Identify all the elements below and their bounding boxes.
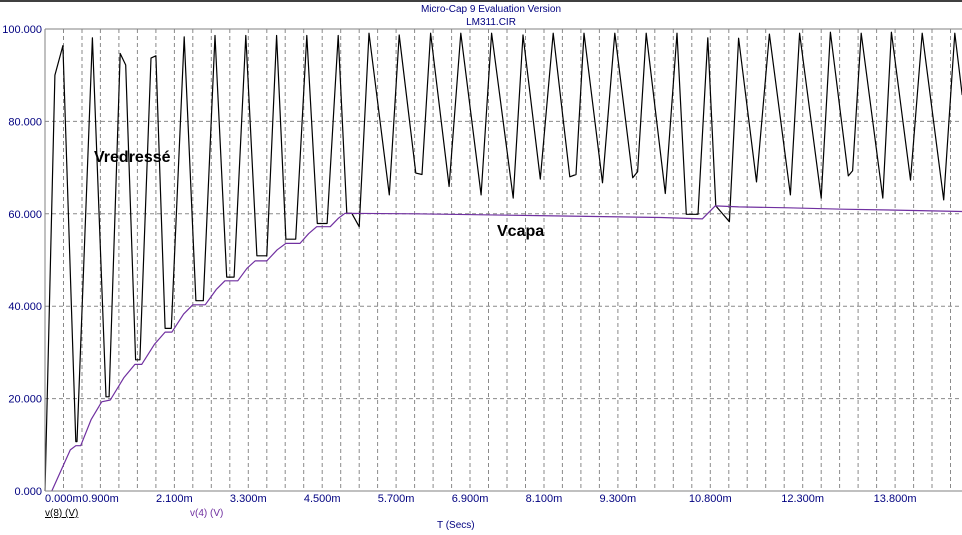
annotation-vredresse: Vredressé [94, 149, 171, 166]
y-axis-labels: 0.000 20.000 40.000 60.000 80.000 100.000 [2, 24, 42, 498]
x-tick-label: 4.500m [304, 493, 341, 505]
y-tick-label: 40.000 [8, 301, 42, 313]
x-tick-label: 6.900m [452, 493, 489, 505]
window-top-border [0, 0, 962, 2]
x-tick-label: 3.300m [230, 493, 267, 505]
y-tick-label: 60.000 [8, 209, 42, 221]
y-tick-label: 100.000 [2, 24, 42, 36]
x-tick-label: 2.100m [156, 493, 193, 505]
x-tick-label: 0.900m [82, 493, 119, 505]
waveform-chart: Micro-Cap 9 Evaluation Version LM311.CIR… [0, 0, 962, 531]
y-tick-label: 80.000 [8, 116, 42, 128]
file-name: LM311.CIR [466, 17, 516, 28]
x-tick-label: 9.300m [600, 493, 637, 505]
x-tick-label: 5.700m [378, 493, 415, 505]
x-axis-labels: 0.000m 0.900m 2.100m 3.300m 4.500m 5.700m 6.90… [45, 493, 962, 505]
x-tick-label: 0.000m [45, 493, 82, 505]
annotation-vcapa: Vcapa [497, 223, 544, 240]
window-title: Micro-Cap 9 Evaluation Version [421, 4, 561, 15]
x-tick-label: 10.800m [689, 493, 732, 505]
legend-v4[interactable]: v(4) (V) [190, 508, 223, 519]
grid [45, 29, 962, 491]
y-tick-label: 0.000 [14, 486, 42, 498]
y-tick-label: 20.000 [8, 394, 42, 406]
x-tick-label: 8.100m [526, 493, 563, 505]
series-group [44, 31, 962, 492]
series-line-vredresse [44, 31, 962, 492]
x-tick-label: 12.300m [781, 493, 824, 505]
x-axis-title: T (Secs) [437, 520, 475, 531]
legend-v8[interactable]: v(8) (V) [45, 508, 78, 519]
x-tick-label: 13.800m [874, 493, 917, 505]
